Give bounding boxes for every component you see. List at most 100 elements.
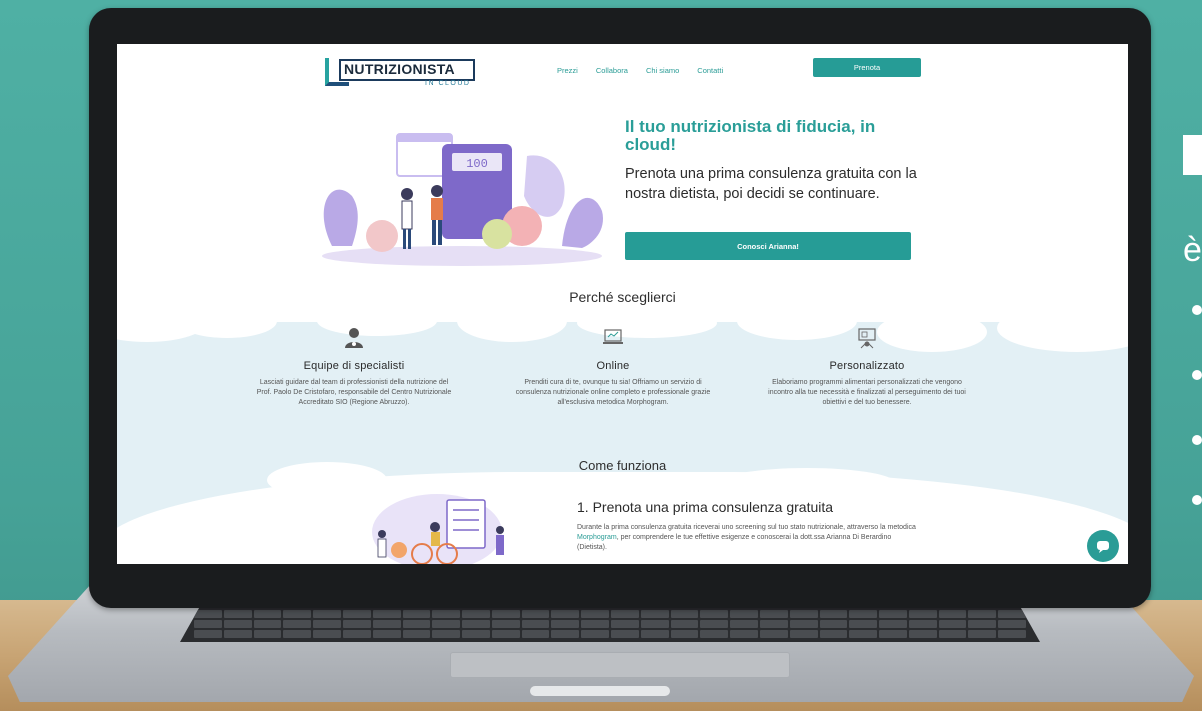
- feature-title: Personalizzato: [829, 360, 905, 372]
- keyboard-key: [342, 630, 371, 638]
- keyboard-key: [551, 630, 580, 638]
- keyboard-key: [521, 610, 550, 618]
- side-bullet: [1192, 370, 1202, 380]
- keyboard-key: [581, 610, 609, 618]
- keyboard-key: [462, 620, 490, 628]
- keyboard-key: [819, 620, 848, 628]
- keyboard-key: [372, 610, 401, 618]
- keyboard-key: [968, 630, 997, 638]
- keyboard-key: [611, 630, 639, 638]
- site-header: NUTRIZIONISTA IN CLOUD Prezzi Collabora …: [117, 44, 1128, 88]
- keyboard-key: [968, 620, 997, 628]
- keyboard-key: [849, 610, 878, 618]
- morphogram-link[interactable]: Morphogram: [577, 534, 617, 541]
- keyboard-key: [581, 620, 609, 628]
- section-title-why: Perché sceglierci: [569, 289, 676, 305]
- main-nav: Prezzi Collabora Chi siamo Contatti: [557, 66, 723, 75]
- nav-link-collabora[interactable]: Collabora: [596, 66, 628, 75]
- side-bullet: [1192, 435, 1202, 445]
- keyboard-key: [402, 630, 431, 638]
- keyboard-key: [938, 620, 967, 628]
- nav-link-chi-siamo[interactable]: Chi siamo: [646, 66, 679, 75]
- keyboard-key: [283, 610, 312, 618]
- presentation-icon: [858, 328, 876, 349]
- keyboard-key: [342, 620, 371, 628]
- keyboard-key: [759, 630, 788, 638]
- keyboard-key: [313, 630, 341, 638]
- keyboard-key: [908, 610, 937, 618]
- laptop-front-notch: [530, 686, 670, 696]
- keyboard-key: [759, 620, 788, 628]
- step-text-part: Durante la prima consulenza gratuita ric…: [577, 524, 916, 531]
- side-bullet: [1192, 495, 1202, 505]
- keyboard-key: [640, 620, 669, 628]
- keyboard-key: [194, 630, 222, 638]
- keyboard-key: [879, 610, 907, 618]
- keyboard-key: [462, 610, 490, 618]
- keyboard-key: [700, 610, 729, 618]
- keyboard-key: [998, 620, 1026, 628]
- hero-subtitle: Prenota una prima consulenza gratuita co…: [625, 166, 917, 202]
- keyboard-key: [253, 620, 282, 628]
- keyboard-key: [253, 610, 282, 618]
- keyboard-key: [462, 630, 490, 638]
- keyboard-key: [372, 630, 401, 638]
- site-logo[interactable]: NUTRIZIONISTA IN CLOUD: [325, 58, 475, 88]
- feature-online: Online Prenditi cura di te, ovunque tu s…: [513, 327, 713, 408]
- laptop-screen: NUTRIZIONISTA IN CLOUD Prezzi Collabora …: [117, 44, 1128, 564]
- keyboard-key: [879, 620, 907, 628]
- step-text: Durante la prima consulenza gratuita ric…: [577, 523, 922, 553]
- chat-button[interactable]: [1087, 530, 1119, 562]
- section-title-how: Come funziona: [578, 458, 667, 473]
- feature-title: Online: [596, 360, 630, 372]
- step-text-part: , per comprendere le tue effettive esige…: [577, 534, 892, 551]
- keyboard-key: [730, 610, 758, 618]
- keyboard-key: [313, 610, 341, 618]
- keyboard-key: [521, 620, 550, 628]
- hero-illustration: 100: [322, 133, 603, 266]
- keyboard-key: [700, 630, 729, 638]
- doctor-icon: [345, 328, 363, 348]
- keyboard-key: [849, 620, 878, 628]
- keyboard-key: [611, 620, 639, 628]
- keyboard-key: [432, 630, 461, 638]
- keyboard-key: [402, 610, 431, 618]
- keyboard-key: [194, 610, 222, 618]
- side-bullet: [1192, 305, 1202, 315]
- keyboard-key: [491, 630, 520, 638]
- keyboard-key: [849, 630, 878, 638]
- keyboard-key: [313, 620, 341, 628]
- hero-title: Il tuo nutrizionista di fiducia, in clou…: [625, 117, 876, 154]
- side-accent-char: è: [1183, 231, 1202, 269]
- keyboard-key: [581, 630, 609, 638]
- keyboard-key: [223, 630, 252, 638]
- keyboard-key: [640, 610, 669, 618]
- keyboard-key: [551, 610, 580, 618]
- feature-text: Elaboriamo programmi alimentari personal…: [768, 379, 966, 406]
- scale-display: 100: [466, 157, 488, 171]
- nav-link-prezzi[interactable]: Prezzi: [557, 66, 578, 75]
- keyboard-key: [611, 610, 639, 618]
- chat-bubble-icon: [1097, 541, 1109, 553]
- keyboard-key: [998, 630, 1026, 638]
- feature-text: Prenditi cura di te, ovunque tu sia! Off…: [515, 379, 711, 406]
- keyboard-key: [730, 630, 758, 638]
- keyboard-key: [521, 630, 550, 638]
- keyboard-key: [223, 610, 252, 618]
- keyboard-key: [491, 610, 520, 618]
- keyboard-key: [730, 620, 758, 628]
- prenota-button[interactable]: Prenota: [813, 58, 921, 77]
- keyboard-key: [491, 620, 520, 628]
- keyboard-key: [283, 620, 312, 628]
- keyboard-key: [194, 620, 222, 628]
- keyboard-key: [640, 630, 669, 638]
- keyboard-key: [879, 630, 907, 638]
- nav-link-contatti[interactable]: Contatti: [697, 66, 723, 75]
- keyboard-key: [342, 610, 371, 618]
- keyboard-key: [551, 620, 580, 628]
- feature-text: Lasciati guidare dal team di professioni…: [256, 379, 452, 406]
- laptop-icon: [603, 329, 623, 344]
- step-illustration: [372, 494, 504, 564]
- conosci-arianna-button[interactable]: Conosci Arianna!: [625, 232, 911, 260]
- side-heading-fragment: [1183, 135, 1202, 175]
